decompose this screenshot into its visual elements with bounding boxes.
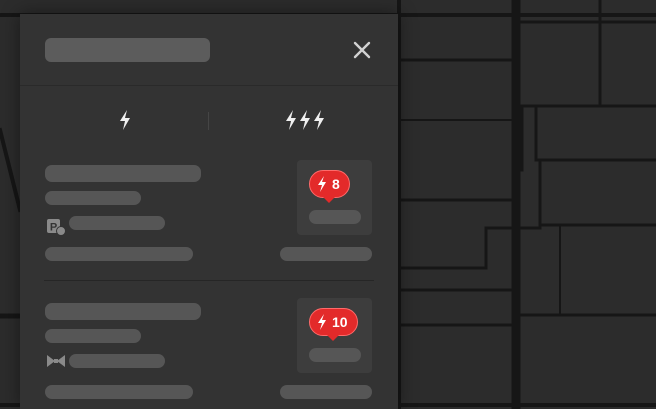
station-name-placeholder [45, 303, 201, 320]
panel-title-placeholder [45, 38, 210, 62]
charging-panel: P 8 10 [20, 14, 398, 409]
badge-bolt-icon [317, 314, 327, 330]
single-bolt-icon [120, 110, 130, 130]
amenity-label-placeholder [69, 354, 165, 368]
available-stalls-badge: 8 [309, 170, 350, 203]
stall-availability-card[interactable]: 10 [297, 298, 372, 373]
available-stalls-count: 8 [332, 176, 340, 192]
stall-detail-placeholder [280, 247, 372, 261]
parking-fee-icon: P [47, 219, 66, 236]
station-distance-placeholder [45, 247, 193, 261]
close-button[interactable] [348, 36, 376, 64]
available-stalls-badge: 10 [309, 308, 358, 341]
station-distance-placeholder [45, 385, 193, 399]
tab-single-bolt[interactable] [90, 102, 160, 138]
station-item[interactable]: 10 [20, 298, 398, 409]
station-address-placeholder [45, 191, 141, 205]
header-divider [20, 85, 398, 86]
badge-bolt-icon [317, 176, 327, 192]
triple-bolt-icon [286, 110, 324, 130]
station-address-placeholder [45, 329, 141, 343]
available-stalls-count: 10 [332, 314, 348, 330]
station-divider [44, 280, 374, 281]
station-item[interactable]: P 8 [20, 160, 398, 280]
stall-info-placeholder [309, 210, 361, 224]
amenity-label-placeholder [69, 216, 165, 230]
tab-separator [208, 112, 209, 130]
tab-triple-bolt[interactable] [270, 102, 340, 138]
close-icon [353, 41, 371, 59]
stall-detail-placeholder [280, 385, 372, 399]
bowtie-icon [47, 355, 65, 367]
stall-info-placeholder [309, 348, 361, 362]
station-name-placeholder [45, 165, 201, 182]
stall-availability-card[interactable]: 8 [297, 160, 372, 235]
screen: P 8 10 [0, 0, 656, 409]
